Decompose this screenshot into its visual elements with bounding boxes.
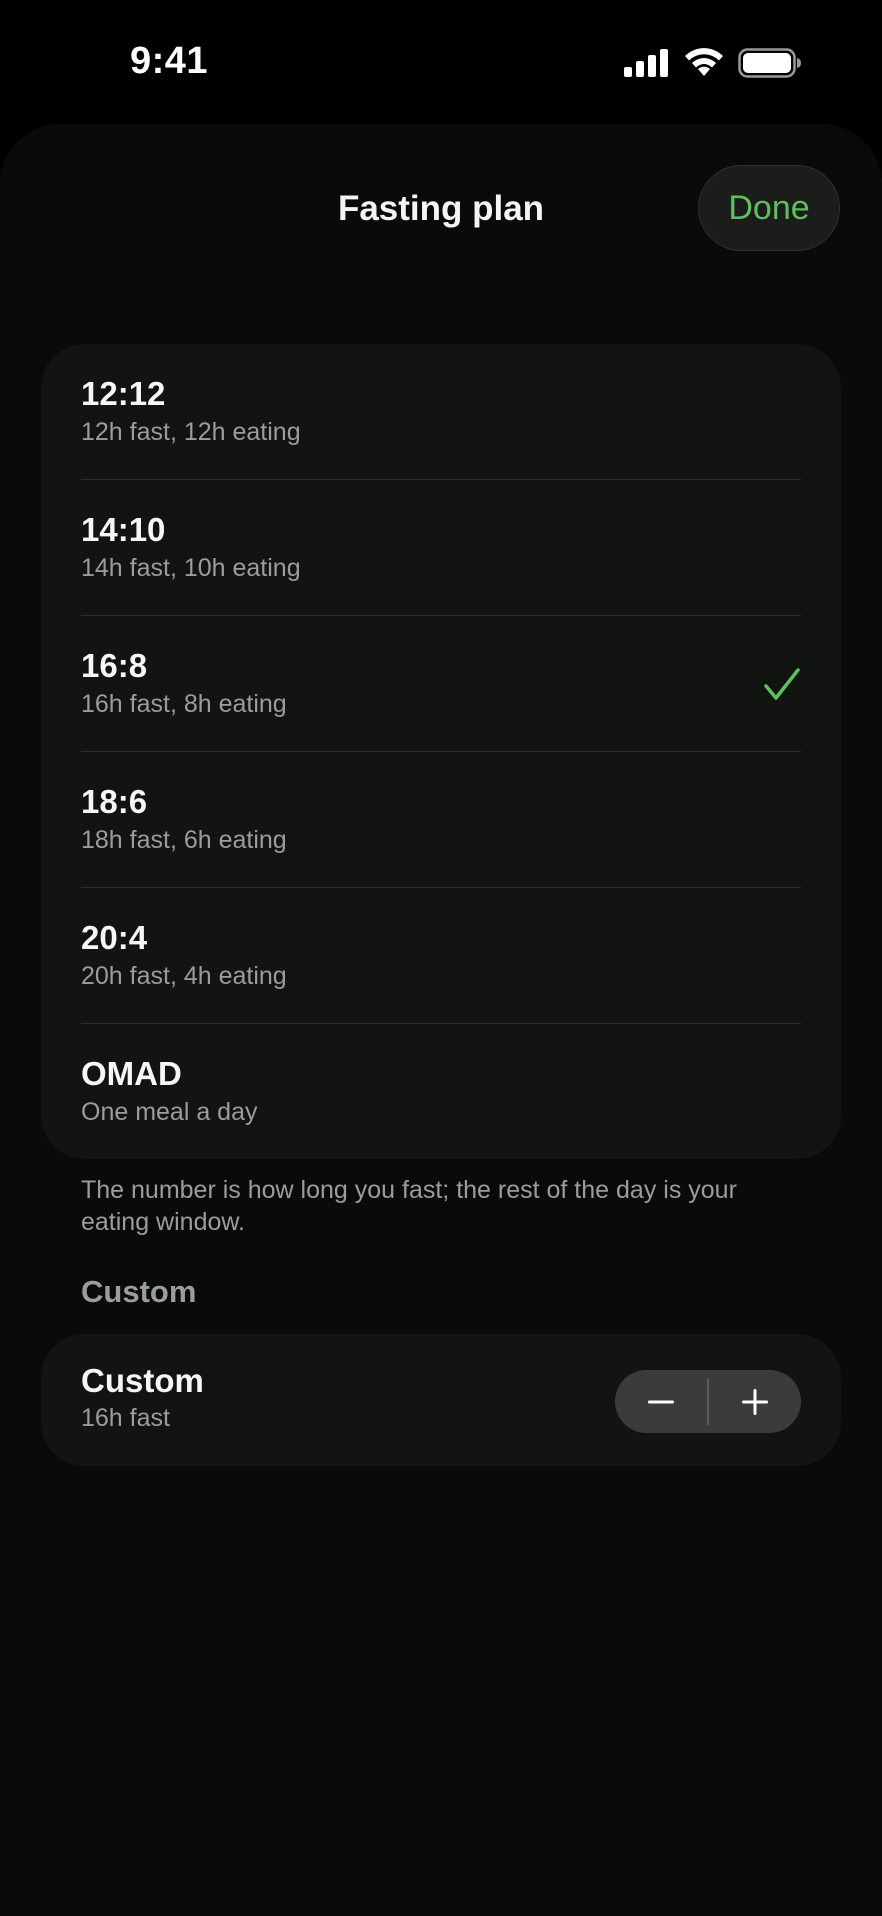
fast-hours-stepper	[615, 1370, 801, 1433]
minus-icon	[648, 1400, 675, 1403]
plan-name: 12:12	[81, 375, 166, 412]
plan-name: 14:10	[81, 511, 166, 548]
plans-footer-note: The number is how long you fast; the res…	[81, 1176, 737, 1236]
plan-row-12-12[interactable]: 12:12 12h fast, 12h eating	[41, 344, 841, 480]
plan-row-14-10[interactable]: 14:10 14h fast, 10h eating	[41, 480, 841, 616]
status-time: 9:41	[130, 40, 209, 82]
plan-name: 20:4	[81, 919, 148, 956]
plan-description: 18h fast, 6h eating	[81, 826, 287, 854]
plan-row-20-4[interactable]: 20:4 20h fast, 4h eating	[41, 888, 841, 1024]
cellular-signal-icon	[624, 49, 668, 77]
plans-list: 12:12 12h fast, 12h eating 14:10 14h fas…	[41, 344, 841, 1159]
increment-button[interactable]	[709, 1370, 801, 1433]
plan-description: 12h fast, 12h eating	[81, 418, 301, 446]
sheet-header: Fasting plan Done	[0, 124, 882, 264]
checkmark-icon	[764, 668, 800, 700]
plan-name: 18:6	[81, 783, 148, 820]
plan-description: One meal a day	[81, 1098, 258, 1126]
plan-description: 14h fast, 10h eating	[81, 554, 301, 582]
wifi-icon	[685, 48, 723, 76]
fasting-plan-screen: 9:41 Fasting plan Done 12:12 12h fast, 1…	[0, 0, 882, 1916]
plan-row-omad[interactable]: OMAD One meal a day	[41, 1024, 841, 1160]
custom-plan-description: 16h fast	[81, 1404, 170, 1432]
status-bar: 9:41	[0, 0, 882, 120]
plan-description: 16h fast, 8h eating	[81, 690, 287, 718]
done-button[interactable]: Done	[698, 165, 840, 251]
plan-description: 20h fast, 4h eating	[81, 962, 287, 990]
decrement-button[interactable]	[615, 1370, 707, 1433]
custom-section-header: Custom	[81, 1274, 197, 1309]
plus-icon	[741, 1388, 768, 1415]
fasting-plan-sheet: Fasting plan Done 12:12 12h fast, 12h ea…	[0, 124, 882, 1916]
plan-row-16-8[interactable]: 16:8 16h fast, 8h eating	[41, 616, 841, 752]
plan-row-18-6[interactable]: 18:6 18h fast, 6h eating	[41, 752, 841, 888]
plan-name: 16:8	[81, 647, 148, 684]
plan-name: OMAD	[81, 1055, 182, 1092]
status-icons	[624, 48, 802, 78]
battery-icon	[738, 48, 801, 78]
custom-plan-card: Custom 16h fast	[41, 1334, 841, 1466]
custom-plan-name: Custom	[81, 1362, 204, 1399]
